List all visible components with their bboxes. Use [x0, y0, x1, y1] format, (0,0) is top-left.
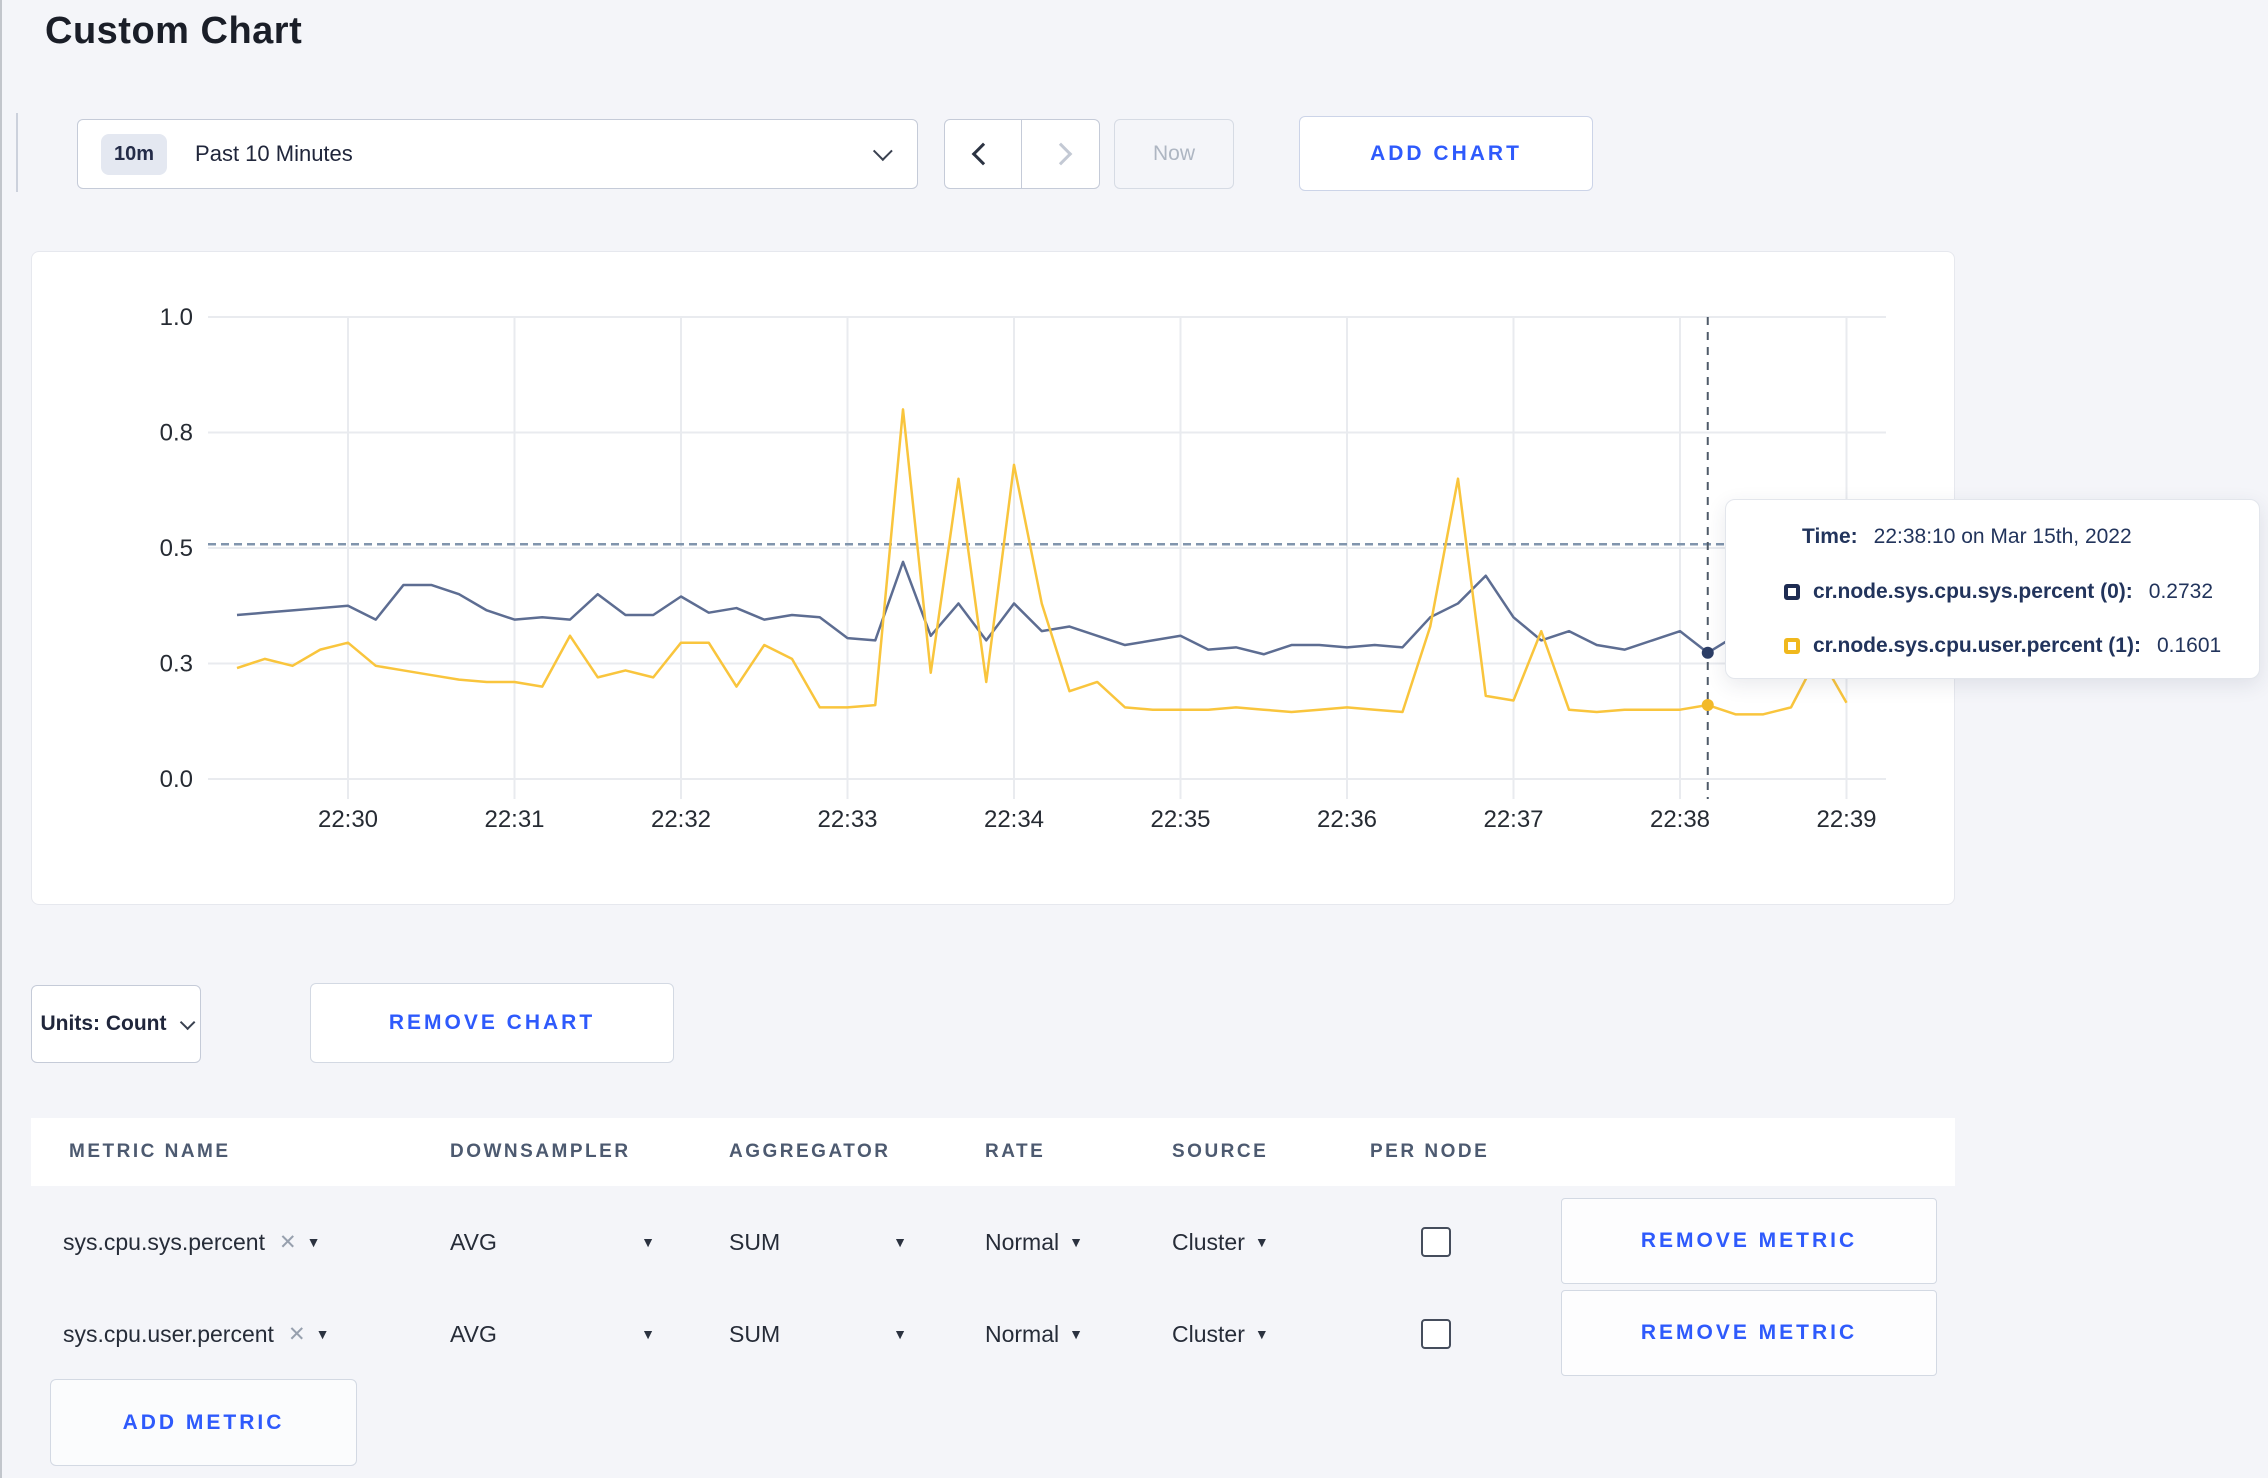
col-header-aggregator: AGGREGATOR: [729, 1141, 891, 1162]
chevron-right-icon: [1049, 142, 1072, 166]
units-label: Units: Count: [40, 1012, 167, 1035]
dropdown-caret-icon: ▼: [1069, 1326, 1083, 1342]
next-interval-button[interactable]: [1022, 120, 1099, 188]
remove-metric-button[interactable]: REMOVE METRIC: [1561, 1290, 1937, 1376]
aggregator-select[interactable]: SUM ▼: [729, 1196, 907, 1288]
source-value: Cluster: [1172, 1320, 1245, 1347]
time-range-select[interactable]: 10m Past 10 Minutes: [77, 119, 918, 189]
prev-interval-button[interactable]: [945, 120, 1022, 188]
svg-text:22:37: 22:37: [1483, 806, 1543, 833]
dropdown-caret-icon: ▼: [893, 1234, 907, 1250]
metric-name-value: sys.cpu.user.percent: [63, 1320, 274, 1347]
aggregator-value: SUM: [729, 1228, 781, 1255]
aggregator-value: SUM: [729, 1320, 781, 1347]
time-range-badge: 10m: [101, 133, 168, 175]
page-title: Custom Chart: [45, 10, 303, 52]
series-swatch-user: [1784, 638, 1800, 654]
svg-text:0.0: 0.0: [160, 766, 193, 793]
svg-text:22:36: 22:36: [1317, 806, 1377, 833]
tooltip-time-label: Time:: [1802, 525, 1858, 548]
tooltip-series-value: 0.2732: [2148, 579, 2214, 603]
svg-text:1.0: 1.0: [160, 304, 193, 331]
metric-name-select[interactable]: sys.cpu.sys.percent ✕ ▼: [63, 1196, 320, 1288]
time-nav-group: [944, 119, 1100, 189]
tooltip-series-row: cr.node.sys.cpu.user.percent (1): 0.1601: [1784, 634, 2239, 658]
rate-value: Normal: [985, 1320, 1060, 1347]
dropdown-caret-icon: ▼: [1069, 1234, 1083, 1250]
time-range-label: Past 10 Minutes: [195, 141, 353, 166]
svg-text:22:33: 22:33: [817, 806, 877, 833]
tooltip-series-row: cr.node.sys.cpu.sys.percent (0): 0.2732: [1784, 580, 2239, 604]
metrics-table-header: METRIC NAME DOWNSAMPLER AGGREGATOR RATE …: [31, 1118, 1955, 1186]
metric-name-select[interactable]: sys.cpu.user.percent ✕ ▼: [63, 1288, 329, 1380]
clear-metric-icon[interactable]: ✕: [288, 1322, 306, 1347]
downsampler-select[interactable]: AVG ▼: [450, 1288, 655, 1380]
col-header-metric-name: METRIC NAME: [69, 1141, 231, 1162]
dropdown-caret-icon: ▼: [641, 1326, 655, 1342]
dropdown-caret-icon: ▼: [893, 1326, 907, 1342]
dropdown-caret-icon: ▼: [1254, 1234, 1269, 1250]
downsampler-value: AVG: [450, 1228, 497, 1255]
svg-text:22:39: 22:39: [1816, 806, 1876, 833]
svg-text:22:31: 22:31: [484, 806, 544, 833]
source-value: Cluster: [1172, 1228, 1245, 1255]
rate-select[interactable]: Normal ▼: [985, 1288, 1083, 1380]
clear-metric-icon[interactable]: ✕: [279, 1230, 297, 1255]
downsampler-value: AVG: [450, 1320, 497, 1347]
svg-text:0.8: 0.8: [160, 420, 193, 447]
add-chart-button[interactable]: ADD CHART: [1299, 116, 1593, 191]
metric-row: sys.cpu.user.percent ✕ ▼ AVG ▼ SUM ▼ Nor…: [2, 1288, 2268, 1380]
svg-text:22:34: 22:34: [984, 806, 1044, 833]
per-node-checkbox[interactable]: [1421, 1227, 1451, 1257]
svg-text:0.3: 0.3: [160, 651, 193, 678]
svg-text:0.5: 0.5: [160, 535, 193, 562]
metric-name-value: sys.cpu.sys.percent: [63, 1228, 265, 1255]
svg-text:22:30: 22:30: [318, 806, 378, 833]
source-select[interactable]: Cluster ▼: [1172, 1288, 1269, 1380]
col-header-rate: RATE: [985, 1141, 1046, 1162]
svg-text:22:35: 22:35: [1150, 806, 1210, 833]
chart-hover-tooltip: Time: 22:38:10 on Mar 15th, 2022 cr.node…: [1725, 499, 2260, 679]
tooltip-time-row: Time: 22:38:10 on Mar 15th, 2022: [1802, 525, 2239, 549]
series-swatch-sys: [1784, 583, 1800, 600]
chevron-left-icon: [971, 142, 995, 166]
tooltip-series-value: 0.1601: [2156, 634, 2222, 657]
remove-metric-button[interactable]: REMOVE METRIC: [1561, 1198, 1937, 1284]
remove-chart-button[interactable]: REMOVE CHART: [310, 983, 674, 1063]
chevron-down-icon: [180, 1014, 196, 1030]
col-header-downsampler: DOWNSAMPLER: [450, 1141, 631, 1162]
toolbar-divider: [16, 113, 18, 192]
dropdown-caret-icon: ▼: [315, 1326, 330, 1342]
rate-select[interactable]: Normal ▼: [985, 1196, 1083, 1288]
chevron-down-icon: [872, 141, 893, 162]
dropdown-caret-icon: ▼: [1254, 1326, 1269, 1342]
line-chart[interactable]: 1.0 0.8 0.5 0.3 0.0 22:30 22:31 22:32 22:33 22:34…: [32, 252, 1956, 906]
tooltip-series-label: cr.node.sys.cpu.sys.percent (0):: [1813, 579, 2133, 603]
add-metric-button[interactable]: ADD METRIC: [50, 1379, 357, 1466]
downsampler-select[interactable]: AVG ▼: [450, 1196, 655, 1288]
tooltip-series-label: cr.node.sys.cpu.user.percent (1):: [1813, 634, 2141, 657]
svg-text:22:32: 22:32: [651, 806, 711, 833]
per-node-checkbox[interactable]: [1421, 1319, 1451, 1349]
dropdown-caret-icon: ▼: [306, 1234, 321, 1250]
metric-row: sys.cpu.sys.percent ✕ ▼ AVG ▼ SUM ▼ Norm…: [2, 1196, 2268, 1288]
chart-card[interactable]: 1.0 0.8 0.5 0.3 0.0 22:30 22:31 22:32 22:33 22:34…: [31, 251, 1955, 905]
tooltip-time-value: 22:38:10 on Mar 15th, 2022: [1873, 525, 2132, 548]
col-header-per-node: PER NODE: [1370, 1141, 1490, 1162]
svg-text:22:38: 22:38: [1650, 806, 1710, 833]
dropdown-caret-icon: ▼: [641, 1234, 655, 1250]
col-header-source: SOURCE: [1172, 1141, 1269, 1162]
units-select[interactable]: Units: Count: [31, 985, 201, 1063]
now-button[interactable]: Now: [1114, 119, 1234, 189]
rate-value: Normal: [985, 1228, 1060, 1255]
source-select[interactable]: Cluster ▼: [1172, 1196, 1269, 1288]
aggregator-select[interactable]: SUM ▼: [729, 1288, 907, 1380]
